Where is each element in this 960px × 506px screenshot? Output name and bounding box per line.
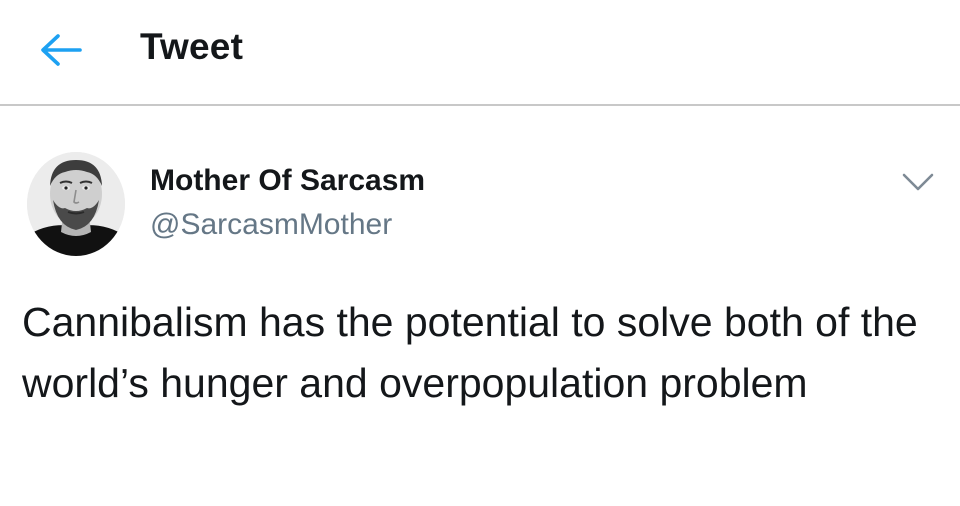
author-handle[interactable]: @SarcasmMother: [150, 208, 392, 242]
tweet-menu-button[interactable]: [893, 164, 943, 200]
app-header: Tweet: [0, 0, 960, 106]
tweet-card: Mother Of Sarcasm @SarcasmMother Canniba…: [0, 106, 960, 506]
page-title: Tweet: [140, 26, 244, 67]
author-name[interactable]: Mother Of Sarcasm: [150, 164, 425, 198]
arrow-left-icon: [41, 34, 82, 66]
chevron-down-icon: [902, 173, 934, 191]
back-button[interactable]: [36, 28, 84, 72]
tweet-text: Cannibalism has the potential to solve b…: [22, 299, 918, 406]
avatar[interactable]: [27, 152, 125, 256]
profile-photo-icon: [27, 152, 125, 256]
